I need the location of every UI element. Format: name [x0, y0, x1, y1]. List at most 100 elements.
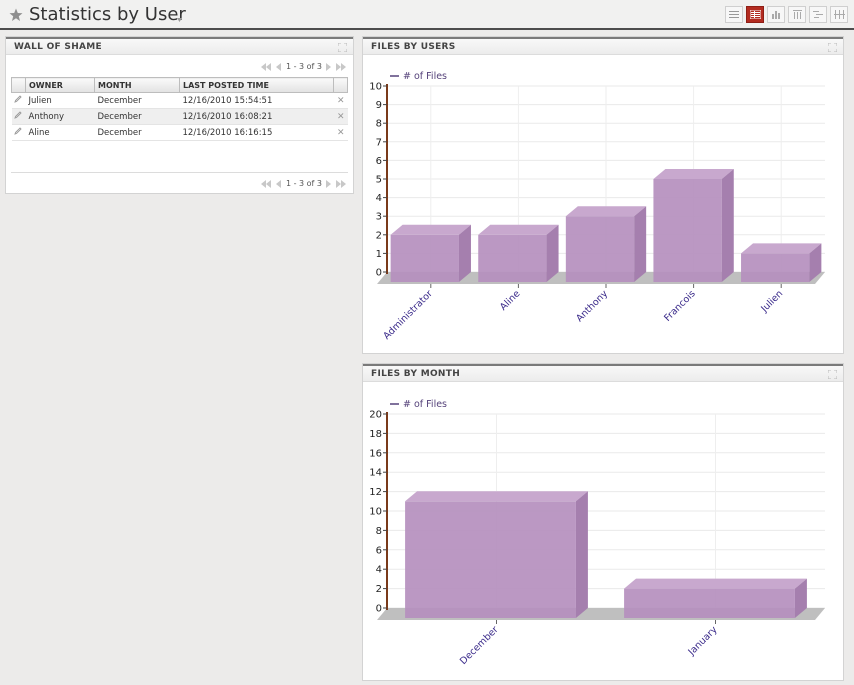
- table-header-row: OWNER MONTH LAST POSTED TIME: [11, 77, 348, 93]
- list-view-icon: [729, 11, 739, 18]
- panel-header: FILES BY USERS: [363, 37, 843, 55]
- edit-cell[interactable]: [11, 124, 26, 141]
- y-tick-label: 10: [369, 507, 382, 518]
- x-tick-label: January: [686, 624, 720, 658]
- bar-side: [575, 491, 588, 618]
- column-view-button[interactable]: [788, 6, 806, 23]
- y-tick-label: 14: [369, 468, 382, 479]
- table-row[interactable]: Julien December 12/16/2010 15:54:51 ✕: [11, 92, 348, 109]
- title-dropdown-icon[interactable]: [176, 15, 183, 23]
- files-by-month-chart: 0 2 4 6 8 10 12 14 16 18 20 December January # of Fil…: [369, 399, 825, 667]
- table-view-icon: [749, 10, 761, 19]
- legend-label: # of Files: [403, 399, 447, 410]
- edit-cell[interactable]: [11, 92, 26, 109]
- bar: [653, 169, 734, 282]
- wall-of-shame-panel: WALL OF SHAME 1 - 3 of 3 OWNER MONTH LAS…: [5, 36, 354, 194]
- expand-icon[interactable]: [338, 43, 347, 52]
- y-tick-label: 9: [376, 100, 382, 111]
- bar-side: [546, 224, 559, 282]
- files-by-users-chart: 0 1 2 3 4 5 6 7 8 9 10 Administrator Aline Anthony Fra…: [369, 71, 825, 342]
- list-view-button[interactable]: [725, 6, 743, 23]
- y-tick-label: 8: [376, 119, 382, 130]
- pager-text: 1 - 3 of 3: [285, 179, 322, 188]
- month-cell: December: [94, 92, 180, 109]
- panel-header: FILES BY MONTH: [363, 364, 843, 382]
- expand-icon[interactable]: [828, 370, 837, 379]
- bar-chart-view-button[interactable]: [767, 6, 785, 23]
- bar-top: [741, 243, 822, 254]
- first-page-icon[interactable]: [260, 62, 272, 71]
- grid-view-button[interactable]: [830, 6, 848, 23]
- bar: [405, 491, 588, 618]
- bar: [565, 206, 647, 282]
- table-view-button[interactable]: [746, 6, 764, 23]
- bar-front: [478, 234, 547, 282]
- y-tick-label: 12: [369, 487, 382, 498]
- column-header-edit: [11, 77, 26, 93]
- prev-page-icon[interactable]: [275, 179, 282, 188]
- x-tick-label: Julien: [758, 288, 785, 315]
- column-header-month[interactable]: MONTH: [94, 77, 180, 93]
- y-tick-label: 0: [376, 604, 382, 615]
- top-pager: 1 - 3 of 3: [260, 62, 347, 71]
- column-header-last-posted-time[interactable]: LAST POSTED TIME: [178, 77, 335, 93]
- star-icon[interactable]: [9, 8, 23, 22]
- month-cell: December: [94, 124, 180, 141]
- edit-cell[interactable]: [11, 108, 26, 125]
- y-tick-label: 1: [376, 249, 382, 260]
- grid-view-icon: [833, 10, 845, 19]
- column-header-owner[interactable]: OWNER: [25, 77, 95, 93]
- table-row[interactable]: Anthony December 12/16/2010 16:08:21 ✕: [11, 108, 348, 125]
- panel-title: FILES BY MONTH: [371, 369, 461, 379]
- bar: [390, 224, 471, 282]
- y-tick-label: 0: [376, 268, 382, 279]
- y-tick-label: 4: [376, 193, 382, 204]
- bar-top: [405, 491, 588, 502]
- bar-chart-view-icon: [771, 11, 780, 19]
- y-tick-label: 10: [369, 82, 382, 93]
- next-page-icon[interactable]: [326, 179, 332, 188]
- last-page-icon[interactable]: [336, 179, 347, 188]
- time-cell: 12/16/2010 16:16:15: [179, 124, 334, 141]
- y-tick-label: 5: [376, 175, 382, 186]
- delete-icon[interactable]: ✕: [333, 108, 348, 125]
- bar-top: [565, 206, 647, 217]
- gantt-view-icon: [812, 11, 823, 18]
- pencil-icon: [13, 111, 22, 119]
- legend-label: # of Files: [403, 71, 447, 82]
- files-by-month-panel: FILES BY MONTH 0 2 4 6 8 10 12 14 16 18 20 December…: [362, 363, 844, 681]
- y-tick-label: 6: [376, 545, 382, 556]
- table-footer-divider: [11, 172, 348, 173]
- gantt-view-button[interactable]: [809, 6, 827, 23]
- page-header: Statistics by User: [0, 0, 854, 30]
- prev-page-icon[interactable]: [275, 62, 282, 71]
- view-switcher: [725, 6, 848, 23]
- bar-side: [721, 169, 734, 282]
- bar-top: [653, 169, 734, 179]
- bar: [624, 578, 807, 618]
- bar: [478, 224, 559, 282]
- y-tick-label: 16: [369, 448, 382, 459]
- y-tick-label: 4: [376, 565, 382, 576]
- files-by-users-panel: FILES BY USERS 0 1 2 3 4 5 6 7 8 9 10 Administrator…: [362, 36, 844, 354]
- panel-title: WALL OF SHAME: [14, 42, 103, 52]
- bar-top: [478, 224, 559, 235]
- panel-header: WALL OF SHAME: [6, 37, 353, 55]
- first-page-icon[interactable]: [260, 179, 272, 188]
- delete-icon[interactable]: ✕: [333, 92, 348, 109]
- x-tick-label: Aline: [498, 288, 523, 313]
- last-page-icon[interactable]: [336, 62, 347, 71]
- owner-cell: Aline: [25, 124, 95, 141]
- delete-icon[interactable]: ✕: [333, 124, 348, 141]
- table-row[interactable]: Aline December 12/16/2010 16:16:15 ✕: [11, 124, 348, 141]
- pencil-icon: [13, 95, 22, 103]
- next-page-icon[interactable]: [326, 62, 332, 71]
- bar-side: [634, 206, 647, 282]
- bar-front: [390, 234, 459, 282]
- expand-icon[interactable]: [828, 43, 837, 52]
- x-tick-label: December: [458, 624, 501, 667]
- owner-cell: Anthony: [25, 108, 95, 125]
- y-tick-label: 3: [376, 212, 382, 223]
- bar-front: [653, 179, 722, 282]
- page-title: Statistics by User: [29, 4, 186, 25]
